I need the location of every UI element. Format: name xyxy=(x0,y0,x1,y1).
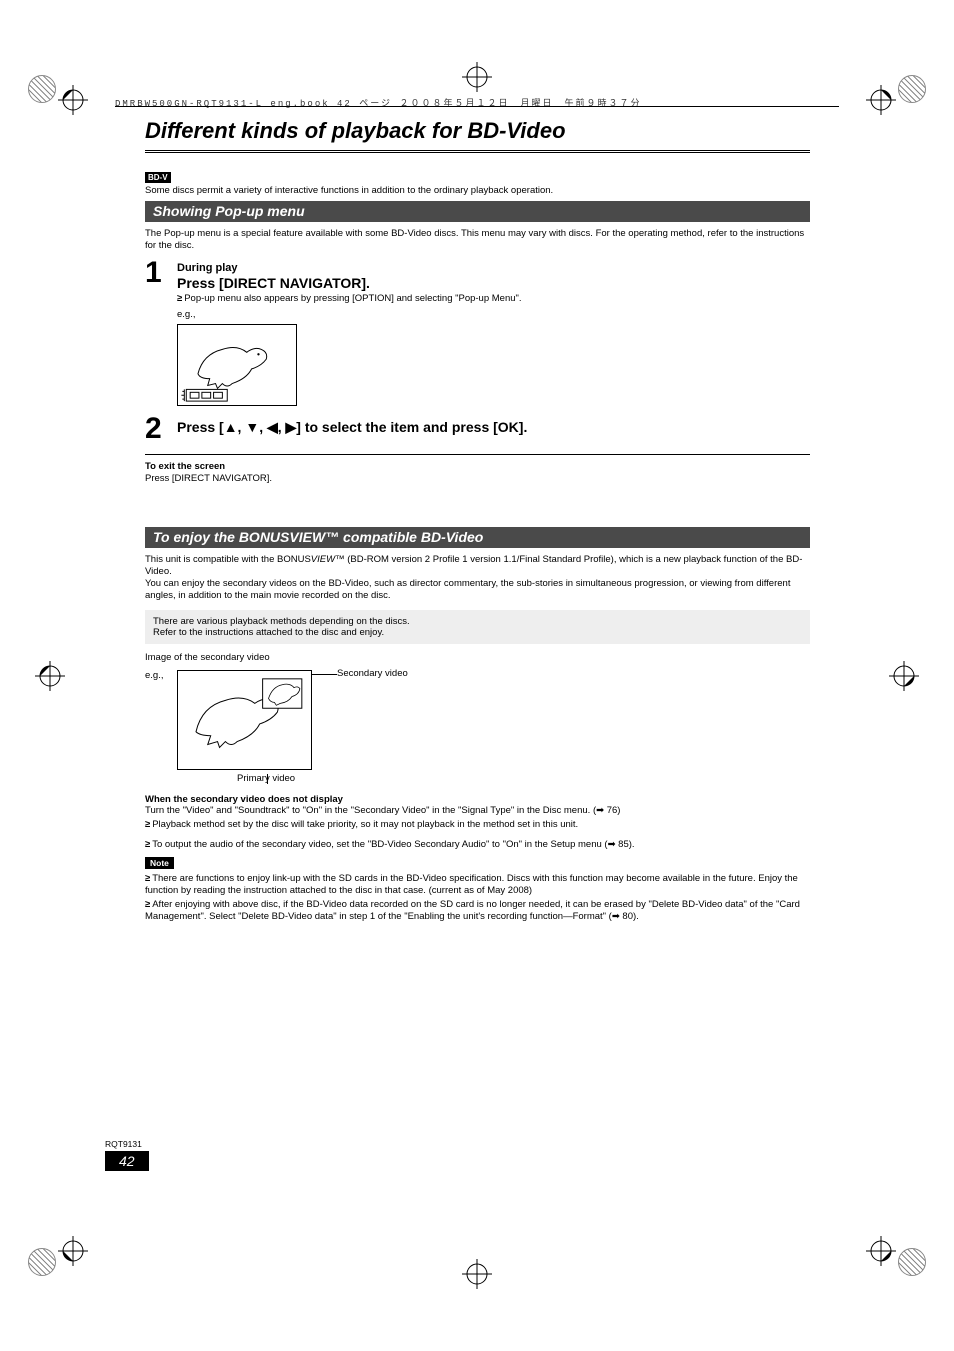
bonusview-desc2: You can enjoy the secondary videos on th… xyxy=(145,578,810,602)
intro-text: Some discs permit a variety of interacti… xyxy=(145,185,810,197)
secondary-video-label: Secondary video xyxy=(337,668,408,679)
popup-illustration xyxy=(177,324,297,406)
step1-bullet: Pop-up menu also appears by pressing [OP… xyxy=(177,293,810,305)
eg-label: e.g., xyxy=(177,309,810,321)
note-line2: Refer to the instructions attached to th… xyxy=(153,627,802,638)
crop-mark xyxy=(889,661,919,691)
divider xyxy=(145,454,810,455)
registration-mark xyxy=(898,1248,926,1276)
step2-line: Press [▲, ▼, ◀, ▶] to select the item an… xyxy=(177,419,810,436)
step-number: 1 xyxy=(145,258,177,288)
crop-mark xyxy=(462,62,492,92)
callout-line xyxy=(267,774,268,784)
note-line1: There are various playback methods depen… xyxy=(153,616,802,627)
exit-title: To exit the screen xyxy=(145,461,810,473)
t: This unit is compatible with the BONUS xyxy=(145,554,311,565)
section-popup-heading: Showing Pop-up menu xyxy=(145,201,810,222)
exit-body: Press [DIRECT NAVIGATOR]. xyxy=(145,473,810,485)
crop-mark xyxy=(35,661,65,691)
when-body: Turn the "Video" and "Soundtrack" to "On… xyxy=(145,805,810,817)
output-bullet: To output the audio of the secondary vid… xyxy=(145,839,810,851)
page-title: Different kinds of playback for BD-Video xyxy=(145,118,810,144)
note-badge: Note xyxy=(145,857,174,869)
popup-description: The Pop-up menu is a special feature ava… xyxy=(145,228,810,252)
page-number: 42 xyxy=(105,1151,149,1171)
step-1: 1 During play Press [DIRECT NAVIGATOR]. … xyxy=(145,258,810,407)
step1-line1: During play xyxy=(177,262,810,274)
registration-mark xyxy=(898,75,926,103)
when-bullet: Playback method set by the disc will tak… xyxy=(145,819,810,831)
header-rule xyxy=(115,106,839,107)
when-title: When the secondary video does not displa… xyxy=(145,794,810,806)
bd-v-badge: BD-V xyxy=(145,172,171,183)
secondary-video-illustration xyxy=(177,670,312,770)
section-bonusview-heading: To enjoy the BONUSVIEW™ compatible BD-Vi… xyxy=(145,527,810,548)
note-box: There are various playback methods depen… xyxy=(145,610,810,644)
title-rule xyxy=(145,150,810,153)
note-bullet-2: After enjoying with above disc, if the B… xyxy=(145,899,810,923)
step-2: 2 Press [▲, ▼, ◀, ▶] to select the item … xyxy=(145,414,810,444)
rqt-code: RQT9131 xyxy=(105,1139,149,1149)
note-bullet-1: There are functions to enjoy link-up wit… xyxy=(145,873,810,897)
bonusview-view: VIEW xyxy=(289,529,325,545)
bonusview-pre: To enjoy the BONUS xyxy=(153,529,289,545)
bonusview-desc1: This unit is compatible with the BONUSVI… xyxy=(145,554,810,578)
image-label: Image of the secondary video xyxy=(145,652,810,664)
t: VIEW xyxy=(311,554,335,565)
registration-mark xyxy=(28,75,56,103)
source-header: DMRBW500GN-RQT9131-L_eng.book 42 ページ ２００… xyxy=(115,96,839,109)
crop-mark xyxy=(58,85,88,115)
step1-line2: Press [DIRECT NAVIGATOR]. xyxy=(177,275,810,291)
eg-label: e.g., xyxy=(145,670,164,682)
crop-mark xyxy=(866,1236,896,1266)
primary-video-label: Primary video xyxy=(237,773,810,784)
page-content: Different kinds of playback for BD-Video… xyxy=(145,118,810,923)
step-number: 2 xyxy=(145,414,177,444)
bonusview-tm: ™ compatible BD-Video xyxy=(325,529,483,545)
page-footer: RQT9131 42 xyxy=(105,1139,149,1171)
crop-mark xyxy=(866,85,896,115)
crop-mark xyxy=(58,1236,88,1266)
crop-mark xyxy=(462,1259,492,1289)
registration-mark xyxy=(28,1248,56,1276)
